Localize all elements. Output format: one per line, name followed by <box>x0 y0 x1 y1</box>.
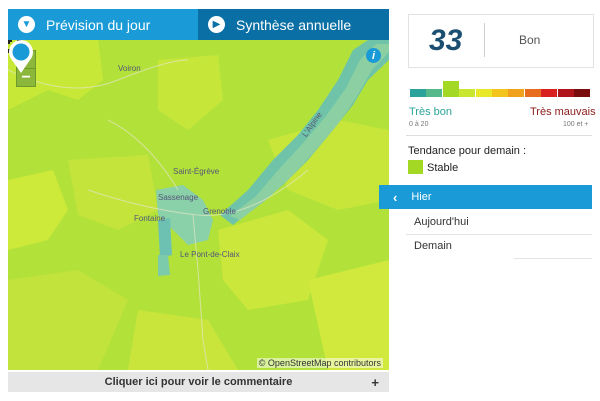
scale-segment <box>524 89 541 97</box>
scale-segment <box>508 89 525 97</box>
divider <box>406 135 592 136</box>
map-place-grenoble: Grenoble <box>203 207 236 216</box>
tab-label: Synthèse annuelle <box>236 16 352 33</box>
scale-segment <box>426 89 443 97</box>
scale-segment <box>410 89 426 97</box>
air-quality-scale <box>410 81 590 97</box>
chevron-left-icon: ‹ <box>393 189 398 205</box>
scale-segment <box>492 89 508 97</box>
scale-segment <box>574 89 590 97</box>
trend-title: Tendance pour demain : <box>408 145 527 157</box>
air-quality-index-box: 33 Bon <box>408 14 594 68</box>
map-place-voiron: Voiron <box>118 64 141 73</box>
map-place-le-pont-de-claix: Le Pont-de-Claix <box>180 250 240 259</box>
day-label: Aujourd'hui <box>414 216 469 228</box>
trend-color-swatch <box>408 160 423 174</box>
tab-label: Prévision du jour <box>46 16 151 33</box>
scale-segment <box>541 89 558 97</box>
scale-low-range: 0 à 20 <box>409 121 429 128</box>
index-label: Bon <box>519 33 541 47</box>
comment-toggle-bar[interactable]: Cliquer ici pour voir le commentaire + <box>8 372 389 392</box>
scale-segment <box>475 89 492 97</box>
trend-label: Stable <box>427 162 459 174</box>
chevron-right-icon: ▶ <box>208 16 225 33</box>
divider <box>484 23 485 57</box>
divider <box>514 258 592 259</box>
comment-label: Cliquer ici pour voir le commentaire <box>104 376 293 388</box>
plus-icon: + <box>371 374 379 390</box>
tab-synthese-annuelle[interactable]: ▶ Synthèse annuelle <box>198 9 389 40</box>
map-place-saint-egreve: Saint-Égrève <box>173 167 220 176</box>
scale-segment <box>557 89 574 97</box>
air-quality-map[interactable]: Voiron Saint-Égrève Sassenage Fontaine G… <box>8 40 389 370</box>
index-value: 33 <box>429 24 463 57</box>
day-item-demain[interactable]: Demain <box>406 234 592 258</box>
day-item-aujourdhui[interactable]: Aujourd'hui <box>406 210 592 234</box>
info-icon[interactable]: i <box>366 48 381 63</box>
map-place-fontaine: Fontaine <box>134 214 166 223</box>
day-label: Hier <box>411 191 432 203</box>
scale-segment-selected <box>442 81 459 97</box>
map-attribution[interactable]: © OpenStreetMap contributors <box>256 358 383 368</box>
scale-high-range: 100 et + <box>563 121 589 128</box>
tab-bar: ▼ Prévision du jour ▶ Synthèse annuelle <box>8 9 389 40</box>
chevron-down-icon: ▼ <box>18 16 35 33</box>
scale-segment <box>459 89 476 97</box>
scale-high-label: Très mauvais <box>530 106 596 118</box>
map-place-sassenage: Sassenage <box>158 193 199 202</box>
map-layer <box>8 40 389 370</box>
tab-prevision-du-jour[interactable]: ▼ Prévision du jour <box>8 9 198 40</box>
day-label: Demain <box>414 240 452 252</box>
scale-low-label: Très bon <box>409 106 453 118</box>
location-marker-icon[interactable] <box>8 40 34 74</box>
day-item-hier[interactable]: ‹ Hier <box>379 185 592 209</box>
